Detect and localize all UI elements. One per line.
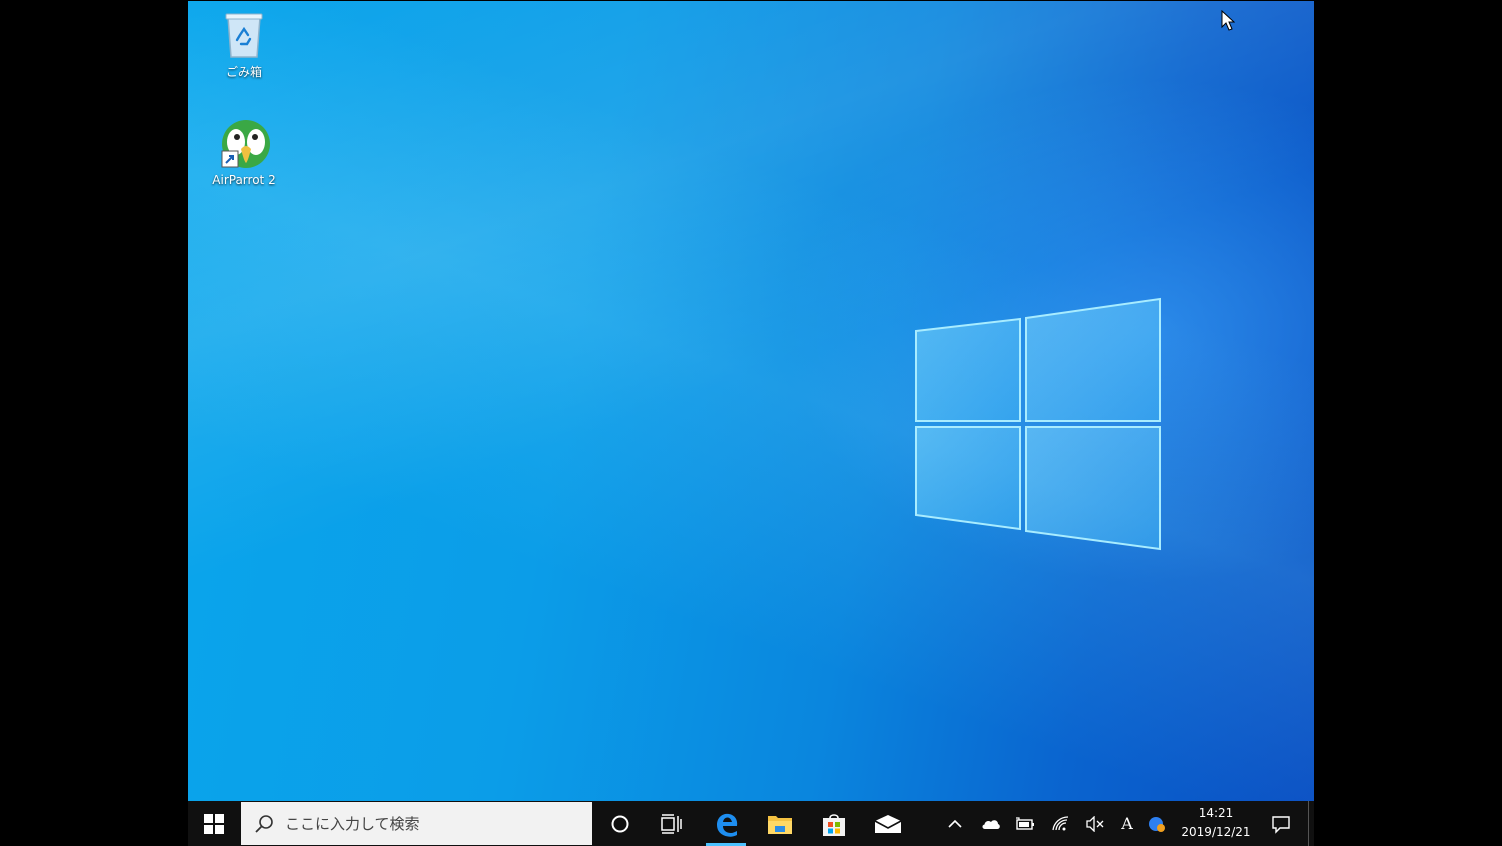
network-tray[interactable] xyxy=(1044,801,1078,846)
mail-icon xyxy=(874,814,902,833)
search-icon xyxy=(255,814,273,833)
clock-date: 2019/12/21 xyxy=(1181,825,1251,839)
task-view-icon xyxy=(661,813,682,834)
desktop-icon-label: ごみ箱 xyxy=(225,65,262,79)
battery-icon xyxy=(1016,816,1034,830)
airparrot-icon xyxy=(221,120,270,168)
taskbar-mail[interactable] xyxy=(862,801,914,846)
taskbar-store[interactable] xyxy=(808,801,860,846)
search-placeholder: ここに入力して検索 xyxy=(285,815,420,833)
chevron-up-icon xyxy=(948,819,962,828)
taskbar-file-explorer[interactable] xyxy=(754,801,806,846)
windows-screen: ごみ箱 AirParrot 2 ここに入力して検索 A 14:21 2019/1… xyxy=(188,1,1314,846)
desktop-icon-recycle-bin[interactable]: ごみ箱 xyxy=(204,9,284,80)
volume-muted-icon xyxy=(1086,815,1104,832)
app-tray-icon xyxy=(1149,816,1165,832)
notification-icon xyxy=(1272,815,1290,834)
search-box[interactable]: ここに入力して検索 xyxy=(241,802,592,845)
clock-time: 14:21 xyxy=(1198,806,1234,820)
task-view-button[interactable] xyxy=(646,801,698,846)
taskbar-edge[interactable] xyxy=(700,801,752,846)
wifi-icon xyxy=(1052,815,1069,830)
ime-icon: A xyxy=(1121,814,1133,833)
desktop-icon-airparrot[interactable]: AirParrot 2 xyxy=(204,119,284,187)
recycle-bin-icon xyxy=(225,13,263,58)
windows-start-icon xyxy=(204,813,224,834)
app-tray[interactable] xyxy=(1140,801,1174,846)
store-icon xyxy=(823,813,845,836)
screen-frame: ごみ箱 AirParrot 2 ここに入力して検索 A 14:21 2019/1… xyxy=(0,0,1502,846)
file-explorer-icon xyxy=(768,815,792,834)
battery-tray[interactable] xyxy=(1008,801,1042,846)
cortana-button[interactable] xyxy=(594,801,646,846)
ime-indicator[interactable]: A xyxy=(1110,801,1144,846)
edge-icon xyxy=(717,813,738,837)
action-center-button[interactable] xyxy=(1262,801,1300,846)
windows-logo-wallpaper xyxy=(915,297,1161,551)
onedrive-icon xyxy=(982,819,1000,829)
start-button[interactable] xyxy=(188,801,240,846)
desktop-icon-label: AirParrot 2 xyxy=(212,173,276,187)
desktop[interactable]: ごみ箱 AirParrot 2 xyxy=(188,1,1314,801)
onedrive-tray[interactable] xyxy=(974,801,1008,846)
taskbar: ここに入力して検索 A 14:21 2019/12/21 xyxy=(188,801,1314,846)
show-desktop-button[interactable] xyxy=(1308,801,1314,846)
taskbar-clock[interactable]: 14:21 2019/12/21 xyxy=(1176,801,1256,846)
mouse-cursor-icon xyxy=(1221,10,1235,31)
volume-tray[interactable] xyxy=(1078,801,1112,846)
cortana-icon xyxy=(611,815,629,832)
show-hidden-icons-button[interactable] xyxy=(938,801,972,846)
